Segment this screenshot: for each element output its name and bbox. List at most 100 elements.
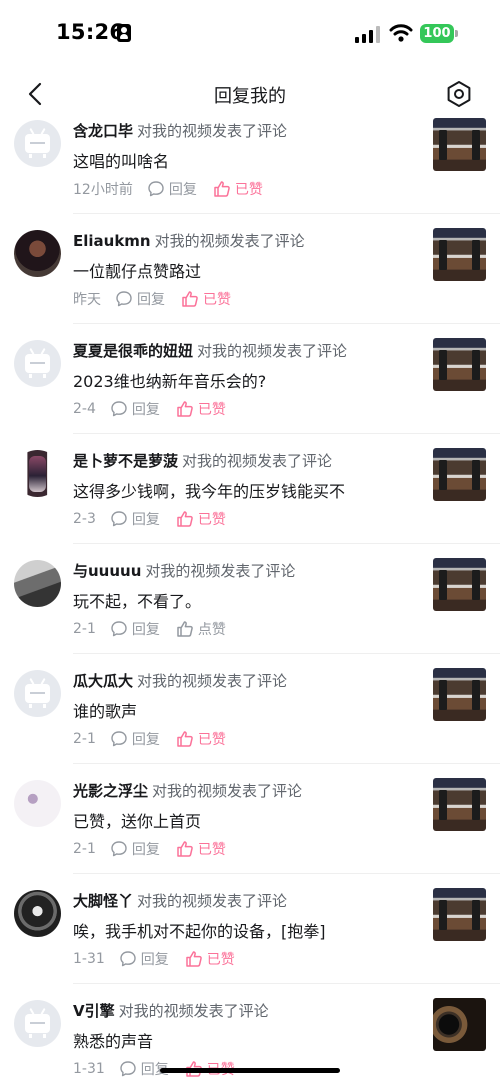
- user-name[interactable]: 大脚怪丫: [73, 892, 133, 910]
- reply-text[interactable]: 唉，我手机对不起你的设备，[抱拳]: [73, 918, 326, 942]
- thumbs-up-icon: [177, 731, 193, 747]
- reply-text[interactable]: 熟悉的声音: [73, 1028, 153, 1052]
- like-button[interactable]: 已赞: [213, 179, 263, 199]
- comment-bubble-icon: [120, 951, 136, 967]
- user-name[interactable]: Eliaukmn: [73, 232, 151, 250]
- avatar[interactable]: [14, 890, 61, 937]
- thumbs-up-icon: [186, 951, 202, 967]
- reply-text[interactable]: 这唱的叫啥名: [73, 148, 169, 172]
- timestamp: 2-1: [73, 841, 96, 857]
- thumbs-up-icon: [177, 621, 193, 637]
- timestamp: 2-4: [73, 401, 96, 417]
- reply-button[interactable]: 回复: [110, 839, 160, 859]
- like-label: 已赞: [197, 842, 226, 858]
- action-text: 对我的视频发表了评论: [145, 562, 296, 580]
- thumbs-up-icon: [177, 401, 193, 417]
- video-thumbnail[interactable]: [433, 998, 486, 1051]
- status-bar: 15:26 100: [0, 0, 500, 66]
- reply-text[interactable]: 一位靓仔点赞路过: [73, 258, 201, 282]
- user-name[interactable]: 夏夏是很乖的妞妞: [73, 342, 193, 360]
- reply-button[interactable]: 回复: [110, 399, 160, 419]
- list-item[interactable]: 与uuuuu 对我的视频发表了评论 玩不起，不看了。 2-1 回复 点赞: [0, 544, 500, 654]
- reply-text[interactable]: 2023维也纳新年音乐会的?: [73, 368, 266, 392]
- list-item[interactable]: 瓜大瓜大 对我的视频发表了评论 谁的歌声 2-1 回复 已赞: [0, 654, 500, 764]
- reply-text[interactable]: 已赞，送你上首页: [73, 808, 201, 832]
- list-item[interactable]: 是卜萝不是萝菠 对我的视频发表了评论 这得多少钱啊，我今年的压岁钱能买不 2-3 …: [0, 434, 500, 544]
- reply-text[interactable]: 玩不起，不看了。: [73, 588, 201, 612]
- video-thumbnail[interactable]: [433, 118, 486, 171]
- avatar[interactable]: [14, 780, 61, 827]
- reply-meta: 12小时前 回复 已赞: [73, 179, 263, 199]
- avatar[interactable]: [14, 560, 61, 607]
- video-thumbnail[interactable]: [433, 888, 486, 941]
- list-item[interactable]: 大脚怪丫 对我的视频发表了评论 唉，我手机对不起你的设备，[抱拳] 1-31 回复…: [0, 874, 500, 984]
- home-indicator[interactable]: [160, 1068, 340, 1073]
- user-name[interactable]: V引擎: [73, 1002, 115, 1020]
- like-label: 已赞: [234, 182, 263, 198]
- reply-label: 回复: [131, 622, 160, 638]
- thumbs-up-icon: [177, 511, 193, 527]
- like-label: 已赞: [197, 732, 226, 748]
- like-button[interactable]: 已赞: [185, 949, 235, 969]
- reply-button[interactable]: 回复: [110, 729, 160, 749]
- video-thumbnail[interactable]: [433, 558, 486, 611]
- like-button[interactable]: 已赞: [181, 289, 231, 309]
- comment-bubble-icon: [120, 1061, 136, 1077]
- reply-header: 夏夏是很乖的妞妞 对我的视频发表了评论: [73, 340, 420, 362]
- timestamp: 1-31: [73, 951, 105, 967]
- user-name[interactable]: 与uuuuu: [73, 562, 141, 580]
- avatar[interactable]: [14, 1000, 61, 1047]
- timestamp: 12小时前: [73, 182, 133, 198]
- reply-meta: 2-1 回复 已赞: [73, 729, 226, 749]
- battery-tip: [455, 30, 458, 37]
- like-label: 已赞: [197, 512, 226, 528]
- cellular-signal-icon: [355, 26, 381, 43]
- action-text: 对我的视频发表了评论: [182, 452, 333, 470]
- list-item[interactable]: 光影之浮尘 对我的视频发表了评论 已赞，送你上首页 2-1 回复 已赞: [0, 764, 500, 874]
- reply-text[interactable]: 谁的歌声: [73, 698, 137, 722]
- like-label: 已赞: [197, 402, 226, 418]
- video-thumbnail[interactable]: [433, 228, 486, 281]
- avatar[interactable]: [14, 120, 61, 167]
- avatar[interactable]: [14, 340, 61, 387]
- user-name[interactable]: 瓜大瓜大: [73, 672, 133, 690]
- comment-bubble-icon: [111, 621, 127, 637]
- video-thumbnail[interactable]: [433, 778, 486, 831]
- list-item[interactable]: 夏夏是很乖的妞妞 对我的视频发表了评论 2023维也纳新年音乐会的? 2-4 回复…: [0, 324, 500, 434]
- video-thumbnail[interactable]: [433, 338, 486, 391]
- user-name[interactable]: 光影之浮尘: [73, 782, 148, 800]
- comment-bubble-icon: [111, 731, 127, 747]
- reply-header: 含龙口毕 对我的视频发表了评论: [73, 120, 420, 142]
- like-button[interactable]: 已赞: [176, 729, 226, 749]
- video-thumbnail[interactable]: [433, 668, 486, 721]
- timestamp: 昨天: [73, 292, 101, 308]
- user-name[interactable]: 是卜萝不是萝菠: [73, 452, 178, 470]
- reply-button[interactable]: 回复: [115, 289, 165, 309]
- video-thumbnail[interactable]: [433, 448, 486, 501]
- reply-header: 瓜大瓜大 对我的视频发表了评论: [73, 670, 420, 692]
- like-label: 已赞: [203, 292, 231, 308]
- reply-button[interactable]: 回复: [110, 619, 160, 639]
- reply-button[interactable]: 回复: [147, 179, 197, 199]
- avatar[interactable]: [14, 670, 61, 717]
- like-button[interactable]: 已赞: [176, 839, 226, 859]
- reply-text[interactable]: 这得多少钱啊，我今年的压岁钱能买不: [73, 478, 345, 502]
- reply-button[interactable]: 回复: [119, 949, 169, 969]
- reply-label: 回复: [131, 512, 160, 528]
- reply-label: 回复: [137, 292, 165, 308]
- reply-meta: 1-31 回复 已赞: [73, 949, 235, 969]
- reply-label: 回复: [131, 732, 160, 748]
- avatar[interactable]: [14, 230, 61, 277]
- user-name[interactable]: 含龙口毕: [73, 122, 133, 140]
- reply-button[interactable]: 回复: [110, 509, 160, 529]
- reply-label: 回复: [140, 952, 169, 968]
- like-button[interactable]: 已赞: [176, 509, 226, 529]
- list-item[interactable]: Eliaukmn 对我的视频发表了评论 一位靓仔点赞路过 昨天 回复 已赞: [0, 214, 500, 324]
- like-label: 已赞: [206, 952, 235, 968]
- avatar[interactable]: [14, 450, 61, 497]
- reply-meta: 2-1 回复 点赞: [73, 619, 226, 639]
- like-button[interactable]: 已赞: [176, 399, 226, 419]
- list-item[interactable]: 含龙口毕 对我的视频发表了评论 这唱的叫啥名 12小时前 回复 已赞: [0, 104, 500, 214]
- like-button[interactable]: 点赞: [176, 619, 226, 639]
- thumbs-up-icon: [177, 841, 193, 857]
